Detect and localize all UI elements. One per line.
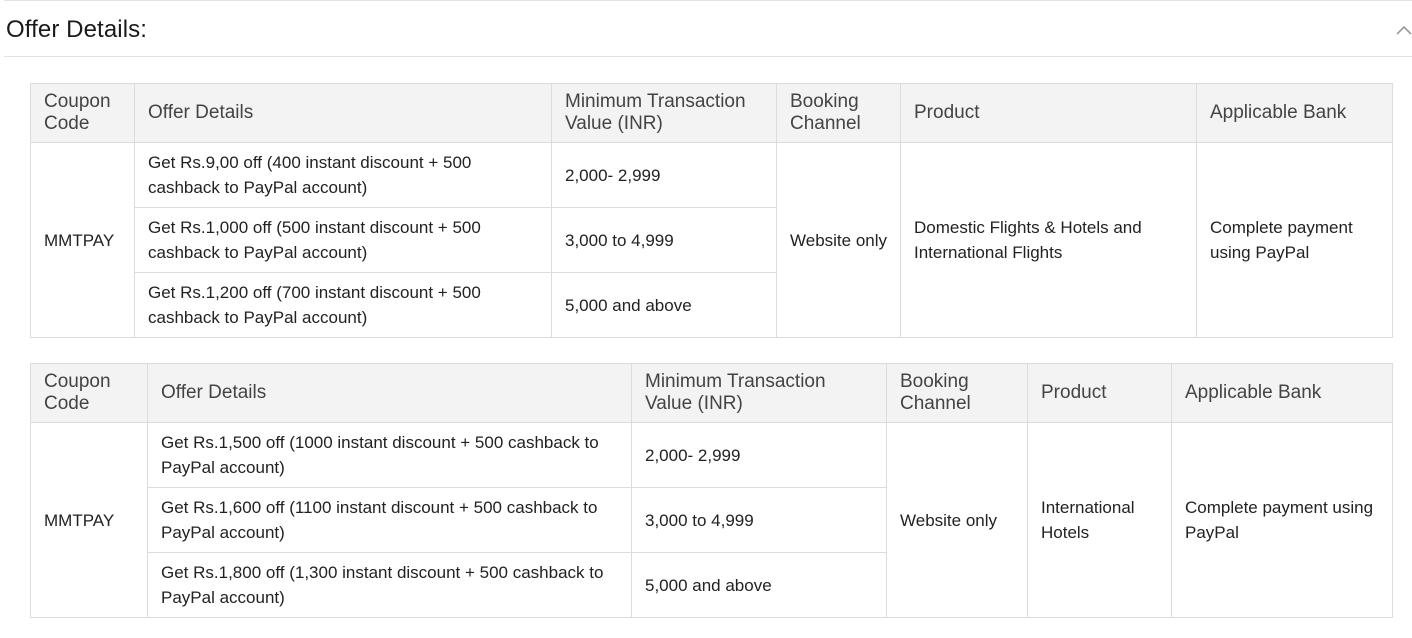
- applicable-bank: Complete payment using PayPal: [1196, 142, 1393, 338]
- offer-table-2: Coupon Code Offer Details Minimum Transa…: [30, 363, 1393, 618]
- booking-channel: Website only: [776, 142, 901, 338]
- booking-channel: Website only: [886, 422, 1028, 618]
- offer-detail: Get Rs.1,200 off (700 instant discount +…: [134, 272, 552, 338]
- min-transaction-value: 2,000- 2,999: [631, 422, 887, 488]
- applicable-bank: Complete payment using PayPal: [1171, 422, 1393, 618]
- min-transaction-value: 5,000 and above: [551, 272, 777, 338]
- header-applicable-bank: Applicable Bank: [1171, 363, 1393, 423]
- chevron-up-icon[interactable]: [1396, 23, 1412, 35]
- min-transaction-value: 5,000 and above: [631, 552, 887, 618]
- header-min-transaction: Minimum Transaction Value (INR): [551, 83, 777, 143]
- table-header-row: Coupon Code Offer Details Minimum Transa…: [30, 83, 1393, 143]
- header-booking-channel: Booking Channel: [776, 83, 901, 143]
- header-coupon-code: Coupon Code: [30, 83, 135, 143]
- min-transaction-value: 2,000- 2,999: [551, 142, 777, 208]
- section-title: Offer Details:: [6, 16, 148, 43]
- header-product: Product: [900, 83, 1197, 143]
- table-row: MMTPAY Get Rs.1,500 off (1000 instant di…: [30, 422, 1393, 618]
- coupon-code: MMTPAY: [30, 422, 148, 618]
- header-applicable-bank: Applicable Bank: [1196, 83, 1393, 143]
- table-row: MMTPAY Get Rs.9,00 off (400 instant disc…: [30, 142, 1393, 338]
- offer-detail: Get Rs.1,500 off (1000 instant discount …: [147, 422, 632, 488]
- header-product: Product: [1027, 363, 1172, 423]
- coupon-code: MMTPAY: [30, 142, 135, 338]
- offer-detail: Get Rs.1,600 off (1100 instant discount …: [147, 487, 632, 553]
- table-header-row: Coupon Code Offer Details Minimum Transa…: [30, 363, 1393, 423]
- offer-detail: Get Rs.9,00 off (400 instant discount + …: [134, 142, 552, 208]
- header-coupon-code: Coupon Code: [30, 363, 148, 423]
- offer-detail: Get Rs.1,000 off (500 instant discount +…: [134, 207, 552, 273]
- header-offer-details: Offer Details: [134, 83, 552, 143]
- min-transaction-value: 3,000 to 4,999: [631, 487, 887, 553]
- product: Domestic Flights & Hotels and Internatio…: [900, 142, 1197, 338]
- offer-detail: Get Rs.1,800 off (1,300 instant discount…: [147, 552, 632, 618]
- min-transaction-value: 3,000 to 4,999: [551, 207, 777, 273]
- offer-table-1: Coupon Code Offer Details Minimum Transa…: [30, 83, 1393, 338]
- header-booking-channel: Booking Channel: [886, 363, 1028, 423]
- header-offer-details: Offer Details: [147, 363, 632, 423]
- offer-details-header[interactable]: Offer Details:: [4, 1, 1412, 57]
- header-min-transaction: Minimum Transaction Value (INR): [631, 363, 887, 423]
- product: International Hotels: [1027, 422, 1172, 618]
